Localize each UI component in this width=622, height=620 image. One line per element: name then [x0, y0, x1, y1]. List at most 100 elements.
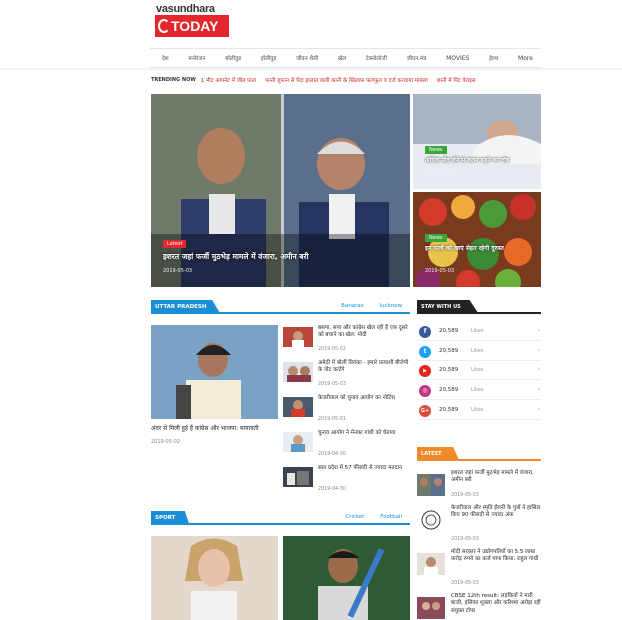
up-list-item[interactable]: बसपा, सपा और कांग्रेस खेल रही हैं एक दूस… — [283, 325, 413, 357]
up-item-date: 2019-04-30 — [318, 452, 346, 457]
hero-side-badge-2[interactable]: News — [425, 234, 447, 242]
site-logo[interactable]: vasundhara TODAY — [153, 3, 231, 39]
sport-section-header: SPORT Cricket Football — [151, 511, 410, 525]
nav-item-more[interactable]: More — [518, 55, 533, 62]
up-main-title[interactable]: अंदर से मिली हुई हैं कांग्रेस और भाजपा: … — [151, 424, 279, 432]
social-count: 20,589 — [439, 387, 459, 393]
social-likes-label: Likes — [471, 387, 484, 393]
nav-item-jeevan-mantra[interactable]: जीवन मंत्र — [407, 54, 427, 62]
chevron-right-icon: › — [537, 366, 540, 373]
social-likes-label: Likes — [471, 367, 484, 373]
chevron-right-icon: › — [537, 347, 540, 354]
sport-link-football[interactable]: Football — [380, 514, 402, 520]
social-row-instagram[interactable]: ◎ 20,589 Likes › — [417, 382, 541, 400]
trending-ticker: TRENDING NOW 1 मीट आपनेट में जीत पाता फा… — [151, 75, 541, 85]
latest-item-title[interactable]: केजरीवाल और स्मृति ईरानी के पुत्रों ने ह… — [451, 505, 543, 520]
nav-item-technology[interactable]: टेक्नोलॉजी — [366, 54, 387, 62]
chevron-right-icon: › — [537, 327, 540, 334]
hero-side-badge-1[interactable]: News — [425, 146, 447, 154]
sport-image-1[interactable] — [151, 536, 278, 620]
up-main-image[interactable] — [151, 325, 278, 419]
up-item-date: 2019-04-30 — [318, 487, 346, 492]
up-item-title[interactable]: अमेठी में बोलीं प्रियंका - हमारे प्रत्या… — [318, 360, 410, 375]
up-link-lucknow[interactable]: lucknow — [379, 303, 402, 309]
nav-item-manoranjan[interactable]: मनोरंजन — [188, 54, 205, 62]
trending-item[interactable]: छानी में पिट वेराइस — [437, 76, 476, 84]
latest-item-title[interactable]: मोदी सरकार ने उद्योगपतियों का 5.5 लाख कर… — [451, 549, 543, 564]
social-row-google-plus[interactable]: G+ 20,589 Likes › — [417, 402, 541, 420]
latest-item-date: 2019-05-03 — [451, 493, 479, 498]
up-item-thumb — [283, 467, 313, 487]
hero-main-card[interactable]: Latest इशरत जहां फर्जी मुठभेड़ मामले में… — [151, 94, 410, 287]
trending-item[interactable]: फानी तूफान से पैदा हालात वाली कानी के खि… — [265, 76, 428, 84]
youtube-icon: ▶ — [419, 365, 431, 377]
latest-item[interactable]: मोदी सरकार ने उद्योगपतियों का 5.5 लाख कर… — [417, 549, 541, 591]
main-nav: देश मनोरंजन बॉलीवुड हॉलीवुड जीवन शैली खे… — [150, 48, 541, 68]
latest-item-title[interactable]: इशरत जहां फर्जी मुठभेड़ मामले में वंजारा… — [451, 470, 543, 485]
up-item-thumb — [283, 432, 313, 452]
logo-swirl-icon — [158, 19, 170, 33]
sport-link-cricket[interactable]: Cricket — [345, 514, 364, 520]
latest-item-date: 2019-05-03 — [451, 581, 479, 586]
up-list-item[interactable]: केजरीवाल को चुनाव आयोग का नोटिस 2019-05-… — [283, 395, 413, 427]
trending-item[interactable]: 1 मीट आपनेट में जीत पाता — [201, 76, 256, 84]
nav-item-desh[interactable]: देश — [162, 54, 169, 62]
latest-item-thumb — [417, 509, 445, 531]
nav-item-bollywood[interactable]: बॉलीवुड — [225, 54, 241, 62]
hero-side-title-2[interactable]: इन फलों को खाएं सेहत रहेगी दुरुस्त — [425, 244, 535, 252]
social-row-twitter[interactable]: t 20,589 Likes › — [417, 343, 541, 361]
social-likes-label: Likes — [471, 328, 484, 334]
latest-header: LATEST — [417, 447, 541, 461]
hero-main-date: 2019-05-03 — [163, 268, 193, 274]
up-item-thumb — [283, 327, 313, 347]
hero-side-card-1[interactable]: News अधिक नींद लेने से वजन बढ़ने का दोष … — [413, 94, 541, 189]
up-item-title[interactable]: केजरीवाल को चुनाव आयोग का नोटिस — [318, 395, 410, 402]
nav-item-health[interactable]: हेल्थ — [489, 54, 498, 62]
logo-text-top: vasundhara — [156, 3, 215, 15]
latest-item-title[interactable]: CBSE 12th result: लड़कियों ने मारी बाजी,… — [451, 593, 543, 615]
nav-item-lifestyle[interactable]: जीवन शैली — [296, 54, 318, 62]
latest-item-thumb — [417, 597, 445, 619]
up-item-date: 2019-05-01 — [318, 417, 346, 422]
up-item-thumb — [283, 362, 313, 382]
sport-section-label[interactable]: SPORT — [151, 511, 190, 525]
hero-side-title-1[interactable]: अधिक नींद लेने से वजन बढ़ने का दोष — [425, 156, 535, 164]
hero-main-badge[interactable]: Latest — [163, 240, 187, 248]
hero-main-title[interactable]: इशरत जहां फर्जी मुठभेड़ मामले में वंजारा… — [163, 252, 403, 262]
up-list-item[interactable]: चुनाव आयोग ने मेनका गांधी को चेताया 2019… — [283, 430, 413, 462]
latest-label: LATEST — [417, 447, 460, 461]
nav-item-hollywood[interactable]: हॉलीवुड — [261, 54, 277, 62]
social-row-youtube[interactable]: ▶ 20,589 Likes › — [417, 362, 541, 380]
hero-side-card-2[interactable]: News इन फलों को खाएं सेहत रहेगी दुरुस्त … — [413, 192, 541, 287]
sport-image-2[interactable] — [283, 536, 410, 620]
up-item-title[interactable]: बसपा, सपा और कांग्रेस खेल रही हैं एक दूस… — [318, 325, 410, 340]
nav-item-movies[interactable]: MOVIES — [446, 55, 469, 62]
social-row-facebook[interactable]: f 20,589 Likes › — [417, 323, 541, 341]
up-list-item[interactable]: अमेठी में बोलीं प्रियंका - हमारे प्रत्या… — [283, 360, 413, 392]
up-list-item[interactable]: सात प्रदेश में 57 फीसदी से ज्यादा मतदान … — [283, 465, 413, 497]
stay-with-us-header: STAY WITH US — [417, 300, 541, 314]
twitter-icon: t — [419, 346, 431, 358]
social-likes-label: Likes — [471, 348, 484, 354]
up-link-banaras[interactable]: Banaras — [341, 303, 364, 309]
up-item-date: 2019-05-03 — [318, 382, 346, 387]
up-item-thumb — [283, 397, 313, 417]
up-section-label[interactable]: UTTAR PRADESH — [151, 300, 221, 314]
up-item-title[interactable]: सात प्रदेश में 57 फीसदी से ज्यादा मतदान — [318, 465, 410, 472]
up-main-date: 2019-05-02 — [151, 439, 181, 445]
hero-side-date-2: 2019-05-03 — [425, 268, 455, 274]
latest-item[interactable]: CBSE 12th result: लड़कियों ने मारी बाजी,… — [417, 593, 541, 620]
social-count: 20,589 — [439, 407, 459, 413]
latest-item-thumb — [417, 553, 445, 575]
hero-side-date-1: 2019-05-03 — [425, 172, 455, 178]
up-section-header: UTTAR PRADESH Banaras lucknow — [151, 300, 410, 314]
latest-item-date: 2019-05-03 — [451, 537, 479, 542]
up-item-title[interactable]: चुनाव आयोग ने मेनका गांधी को चेताया — [318, 430, 410, 437]
social-count: 20,589 — [439, 328, 459, 334]
nav-item-sports[interactable]: खेल — [338, 54, 346, 62]
up-item-date: 2019-05-02 — [318, 347, 346, 352]
logo-text-bottom: TODAY — [155, 15, 229, 37]
social-count: 20,589 — [439, 348, 459, 354]
stay-with-us-label: STAY WITH US — [417, 300, 479, 314]
latest-item[interactable]: केजरीवाल और स्मृति ईरानी के पुत्रों ने ह… — [417, 505, 541, 547]
